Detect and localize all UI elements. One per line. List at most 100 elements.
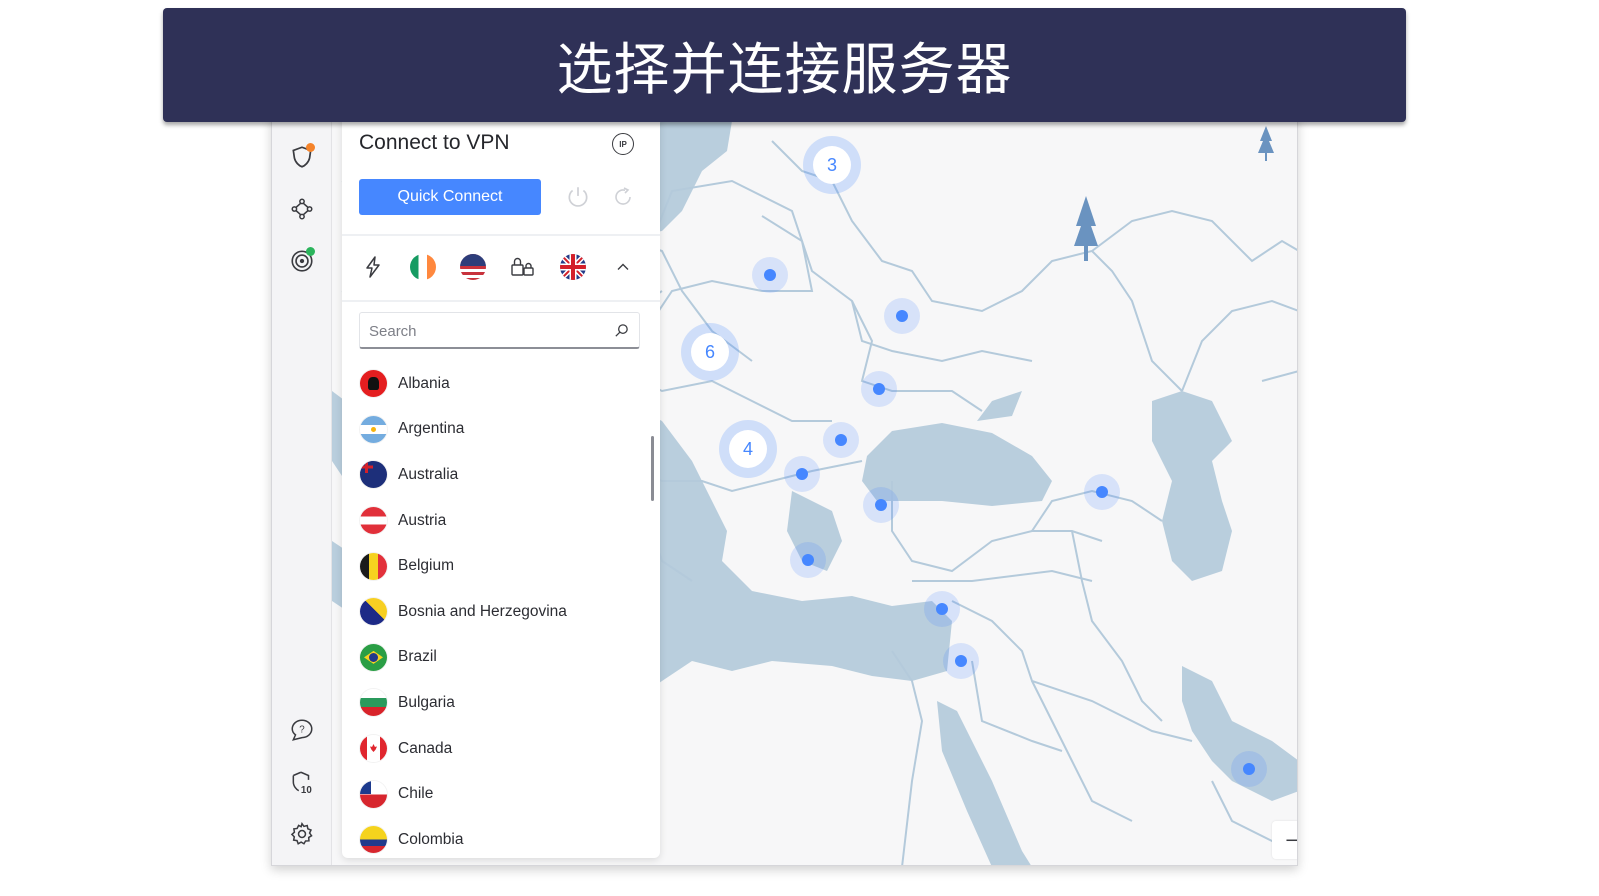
sidebar-item-protected-devices[interactable]: 10 <box>288 768 316 796</box>
chile-flag-icon <box>360 780 387 808</box>
search-field <box>359 312 640 349</box>
server-marker-israel[interactable] <box>943 643 979 679</box>
country-item-chile[interactable]: Chile <box>342 771 652 817</box>
server-cluster[interactable]: 4 <box>719 420 777 478</box>
dedicated-ip-icon <box>511 257 534 276</box>
canada-flag-icon <box>360 735 387 763</box>
recent-united-kingdom-shortcut[interactable] <box>558 252 588 282</box>
server-marker-ukraine[interactable] <box>884 298 920 334</box>
australia-flag-icon <box>360 461 387 489</box>
country-item-belgium[interactable]: Belgium <box>342 543 652 589</box>
country-name: Canada <box>398 739 453 757</box>
country-item-argentina[interactable]: Argentina <box>342 407 652 453</box>
power-icon <box>568 187 588 207</box>
marker-dot <box>896 310 908 322</box>
country-item-brazil[interactable]: Brazil <box>342 635 652 681</box>
chevron-up-icon <box>617 263 629 270</box>
austria-flag-icon <box>360 507 387 535</box>
sidebar-item-meshnet[interactable] <box>288 195 316 223</box>
country-name: Bulgaria <box>398 693 455 711</box>
country-item-australia[interactable]: Australia <box>342 452 652 498</box>
tree-icon <box>1258 126 1274 161</box>
screenshot-stage: 选择并连接服务器 3 6 4 ? 10 Connect to VPN IP Qu… <box>0 0 1599 896</box>
title-banner: 选择并连接服务器 <box>163 8 1406 122</box>
cluster-count: 4 <box>729 430 767 468</box>
server-marker-turkey[interactable] <box>863 487 899 523</box>
marker-dot <box>796 468 808 480</box>
gear-icon <box>290 822 313 845</box>
search-icon[interactable] <box>613 322 630 339</box>
recent-ireland-shortcut[interactable] <box>408 252 438 282</box>
ip-button[interactable]: IP <box>612 133 634 155</box>
colombia-flag-icon <box>360 826 387 854</box>
marker-dot <box>936 603 948 615</box>
country-item-austria[interactable]: Austria <box>342 498 652 544</box>
albania-flag-icon <box>360 370 387 398</box>
country-name: Belgium <box>398 557 454 575</box>
belgium-flag-icon <box>360 552 387 580</box>
lightning-icon <box>366 256 380 278</box>
zoom-out-button[interactable]: − <box>1277 825 1297 855</box>
marker-dot <box>764 269 776 281</box>
cluster-count: 3 <box>813 146 851 184</box>
caspian-sea <box>1152 391 1232 581</box>
divider <box>342 300 660 302</box>
bosnia-flag-icon <box>360 598 387 626</box>
server-marker-serbia[interactable] <box>784 456 820 492</box>
server-marker-uae[interactable] <box>1231 751 1267 787</box>
brazil-flag-icon <box>360 643 387 671</box>
red-sea <box>937 701 1031 865</box>
refresh-icon <box>615 187 631 205</box>
country-item-canada[interactable]: Canada <box>342 726 652 772</box>
server-marker-romania[interactable] <box>823 422 859 458</box>
country-item-bosnia-and-herzegovina[interactable]: Bosnia and Herzegovina <box>342 589 652 635</box>
vpn-app-window: 3 6 4 − + <box>271 60 1298 866</box>
reconnect-button[interactable] <box>609 183 637 211</box>
connect-panel: Connect to VPN IP Quick Connect Search A… <box>342 61 660 858</box>
sidebar-item-settings[interactable] <box>288 820 316 848</box>
quick-connect-button[interactable]: Quick Connect <box>359 179 541 215</box>
shield-count-icon: 10 <box>292 771 312 795</box>
sidebar-item-threat-protection[interactable] <box>288 247 316 275</box>
sidebar: ? 10 <box>272 61 332 865</box>
country-name: Austria <box>398 511 447 529</box>
country-list-scrollbar[interactable] <box>651 436 654 501</box>
marker-dot <box>955 655 967 667</box>
tree-icon <box>1074 196 1098 261</box>
country-name: Australia <box>398 465 459 483</box>
server-marker-poland[interactable] <box>752 257 788 293</box>
cluster-count: 6 <box>691 333 729 371</box>
server-marker-moldova[interactable] <box>861 371 897 407</box>
server-marker-cyprus[interactable] <box>924 591 960 627</box>
marker-dot <box>1096 486 1108 498</box>
server-cluster[interactable]: 6 <box>681 323 739 381</box>
tree-decorations <box>1074 126 1274 261</box>
dedicated-ip-shortcut[interactable] <box>508 252 538 282</box>
search-input[interactable] <box>369 321 604 341</box>
server-marker-georgia[interactable] <box>1084 474 1120 510</box>
server-marker-greece[interactable] <box>790 542 826 578</box>
panel-title: Connect to VPN <box>359 131 510 154</box>
country-item-albania[interactable]: Albania <box>342 361 652 407</box>
collapse-shortcuts-button[interactable] <box>608 252 638 282</box>
marker-dot <box>1243 763 1255 775</box>
recent-united-states-shortcut[interactable] <box>458 252 488 282</box>
sidebar-item-help[interactable]: ? <box>288 716 316 744</box>
marker-dot <box>873 383 885 395</box>
help-chat-icon: ? <box>291 719 313 741</box>
meshnet-icon <box>291 198 313 220</box>
fastest-server-shortcut[interactable] <box>358 252 388 282</box>
server-cluster[interactable]: 3 <box>803 136 861 194</box>
disconnect-button[interactable] <box>564 183 592 211</box>
country-item-bulgaria[interactable]: Bulgaria <box>342 680 652 726</box>
country-name: Albania <box>398 374 450 392</box>
united-states-flag-icon <box>460 254 486 280</box>
banner-title: 选择并连接服务器 <box>556 37 1013 103</box>
united-kingdom-flag-icon <box>560 254 586 280</box>
country-name: Brazil <box>398 648 437 666</box>
country-item-colombia[interactable]: Colombia <box>342 817 652 858</box>
marker-dot <box>875 499 887 511</box>
sidebar-item-vpn[interactable] <box>288 143 316 171</box>
device-count: 10 <box>301 785 312 795</box>
country-name: Chile <box>398 785 434 803</box>
